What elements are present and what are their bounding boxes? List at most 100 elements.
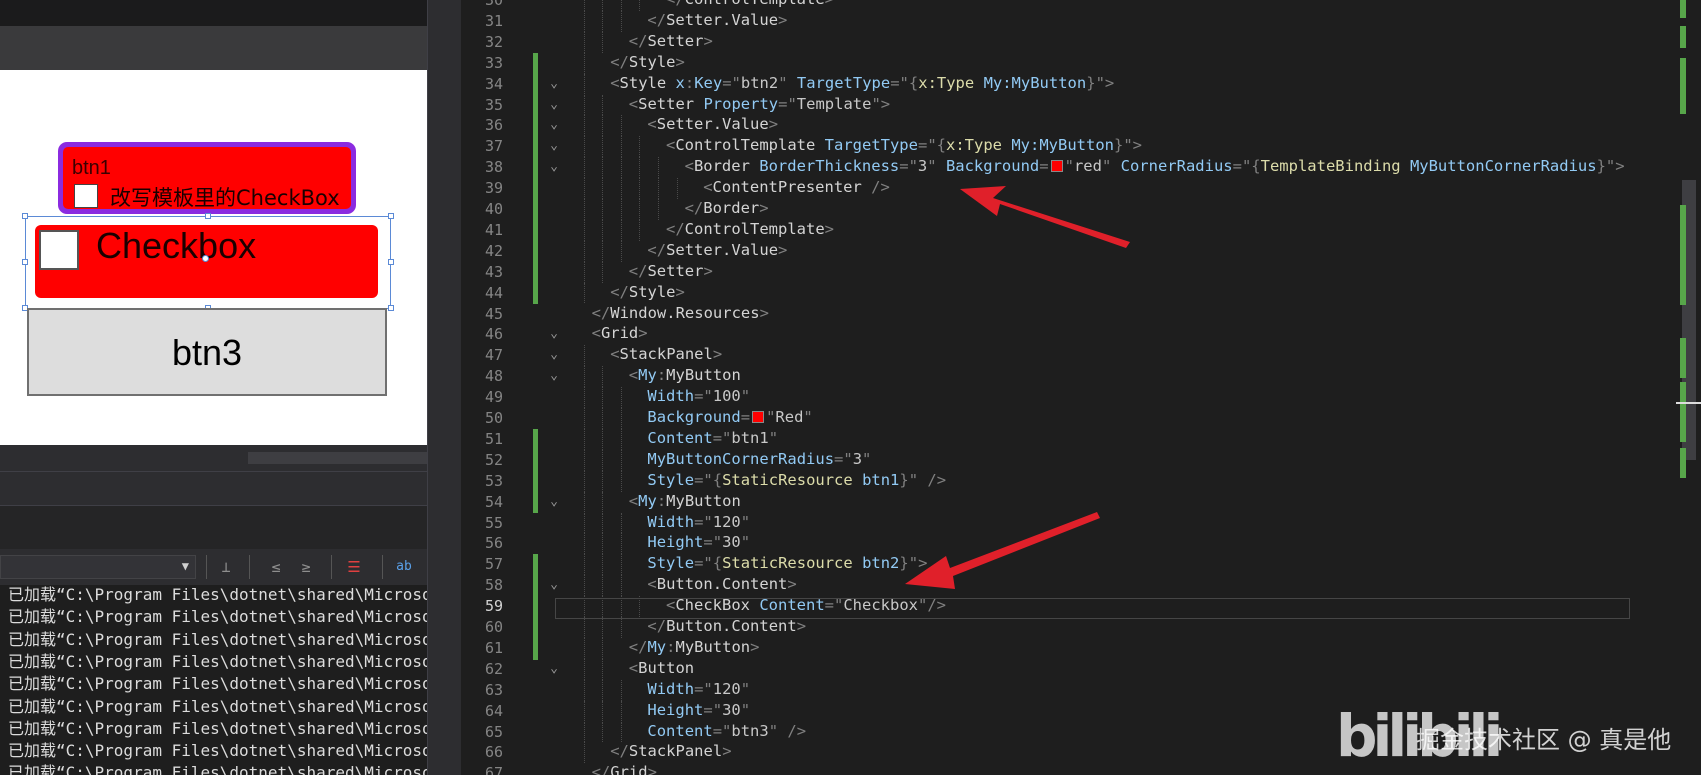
output-panel-header [0,471,427,505]
code-line[interactable]: <My:MyButton [629,366,741,387]
code-token: 3 [917,157,928,176]
selection-center-point [202,255,209,262]
code-line[interactable]: </Style> [610,283,685,304]
code-line[interactable]: </Setter.Value> [647,241,787,262]
indent-guide [620,115,622,137]
fold-toggle-icon[interactable]: ⌄ [545,159,563,174]
pane-splitter[interactable] [427,0,461,775]
code-line[interactable]: Height="30" [647,701,750,722]
clear-all-icon[interactable]: ☰ [342,555,366,579]
code-line[interactable]: Height="30" [647,533,750,554]
code-token: MyButtonCornerRadius [1409,157,1597,176]
fold-toggle-icon[interactable]: ⌄ [545,97,563,112]
code-line[interactable]: <Button.Content> [647,575,796,596]
code-token: x [675,73,685,92]
output-text-area[interactable]: 已加载“C:\Program Files\dotnet\shared\Micro… [0,585,427,775]
code-token: Style [628,282,676,301]
line-number: 33 [484,53,503,72]
resize-handle-br[interactable] [388,305,394,311]
code-line[interactable]: Background= "Red" [647,408,812,429]
indent-guide [602,470,604,492]
fold-toggle-icon[interactable]: ⌄ [545,494,563,509]
change-indicator [533,261,538,284]
code-line[interactable]: <StackPanel> [610,345,722,366]
resize-handle-r[interactable] [388,259,394,265]
fold-toggle-icon[interactable]: ⌄ [545,661,563,676]
code-token: =" [712,721,732,740]
code-token: > [647,763,657,775]
code-token: Setter.Value [656,115,769,134]
code-line[interactable]: Content="btn3" /> [647,722,806,743]
designer-scroll-thumb[interactable] [248,452,427,464]
code-line[interactable]: <Grid> [592,324,648,345]
code-line[interactable]: </Setter.Value> [647,11,787,32]
code-line[interactable]: Width="120" [647,513,750,534]
designer-btn3[interactable]: btn3 [27,308,387,396]
code-line[interactable]: <Setter Property="Template"> [629,95,890,116]
code-token: MyButtonCornerRadius [647,449,835,468]
xaml-code-editor[interactable]: 30</ControlTemplate>31</Setter.Value>32<… [461,0,1701,775]
word-wrap-icon[interactable]: ab [392,555,416,579]
code-line[interactable]: </Style> [610,53,685,74]
code-line[interactable]: </Setter> [629,262,713,283]
code-token: Property [703,94,779,113]
btn1-checkbox[interactable] [74,184,98,208]
code-line[interactable]: </Grid> [592,763,657,775]
code-line[interactable]: Style="{StaticResource btn1}" /> [647,471,946,492]
resize-handle-l[interactable] [22,259,28,265]
code-line[interactable]: <My:MyButton [629,492,741,513]
fold-toggle-icon[interactable]: ⌄ [545,577,563,592]
code-token: ControlTemplate [675,136,825,155]
xaml-designer-canvas[interactable]: btn1 改写模板里的CheckBox Checkbox btn3 [0,70,427,445]
fold-toggle-icon[interactable]: ⌄ [545,76,563,91]
next-message-icon[interactable]: ≥ [294,555,318,579]
fold-toggle-icon[interactable]: ⌄ [545,117,563,132]
code-line[interactable]: </Button.Content> [647,617,806,638]
code-line[interactable]: <ControlTemplate TargetType="{x:Type My:… [666,136,1142,157]
code-line[interactable]: MyButtonCornerRadius="3" [647,450,871,471]
line-number: 53 [484,471,503,490]
code-line[interactable]: </Border> [685,199,769,220]
code-line[interactable]: <Setter.Value> [647,115,778,136]
code-line[interactable]: Style="{StaticResource btn2}"> [647,554,927,575]
code-line[interactable]: <Border BorderThickness="3" Background= "… [685,157,1625,178]
indent-guide [620,679,622,701]
code-line[interactable]: Width="100" [647,387,750,408]
indent-guide [620,533,622,555]
code-token: 100 [712,387,741,406]
resize-handle-tr[interactable] [388,213,394,219]
fold-toggle-icon[interactable]: ⌄ [545,138,563,153]
designer-btn1[interactable]: btn1 改写模板里的CheckBox [58,142,356,214]
output-source-dropdown[interactable]: ▼ [0,555,196,579]
resize-handle-t[interactable] [205,213,211,219]
resize-handle-tl[interactable] [22,213,28,219]
code-token: =" [694,554,713,573]
code-token: Button.Content [666,617,797,635]
code-token: > [768,115,779,134]
code-line[interactable]: Width="120" [647,680,750,701]
code-line[interactable]: </ControlTemplate> [666,220,834,241]
indent-guide [583,700,585,722]
code-line[interactable]: </Setter> [629,32,713,53]
code-line[interactable]: </Window.Resources> [592,304,769,325]
code-token: Style [647,554,695,573]
code-line[interactable]: </My:MyButton> [629,638,760,659]
designer-horizontal-scrollbar[interactable] [0,445,427,471]
fold-toggle-icon[interactable]: ⌄ [545,326,563,341]
code-token: " [740,700,751,719]
editor-vertical-scrollbar[interactable] [1676,0,1701,775]
code-line[interactable]: <ContentPresenter /> [703,178,890,199]
code-token: My:MyButton [1011,136,1114,155]
code-line[interactable]: Content="btn1" [647,429,778,450]
code-line[interactable]: </ControlTemplate> [666,0,834,11]
code-line[interactable]: <Style x:Key="btn2" TargetType="{x:Type … [610,74,1114,95]
indent-guide [583,115,585,137]
code-line[interactable]: </StackPanel> [610,742,731,763]
indent-guide [583,449,585,471]
code-token: < [684,157,694,176]
fold-toggle-icon[interactable]: ⌄ [545,347,563,362]
prev-message-icon[interactable]: ≤ [264,555,288,579]
fold-toggle-icon[interactable]: ⌄ [545,368,563,383]
code-line[interactable]: <Button [629,659,694,680]
find-in-output-icon[interactable]: ⊥ [214,555,238,579]
